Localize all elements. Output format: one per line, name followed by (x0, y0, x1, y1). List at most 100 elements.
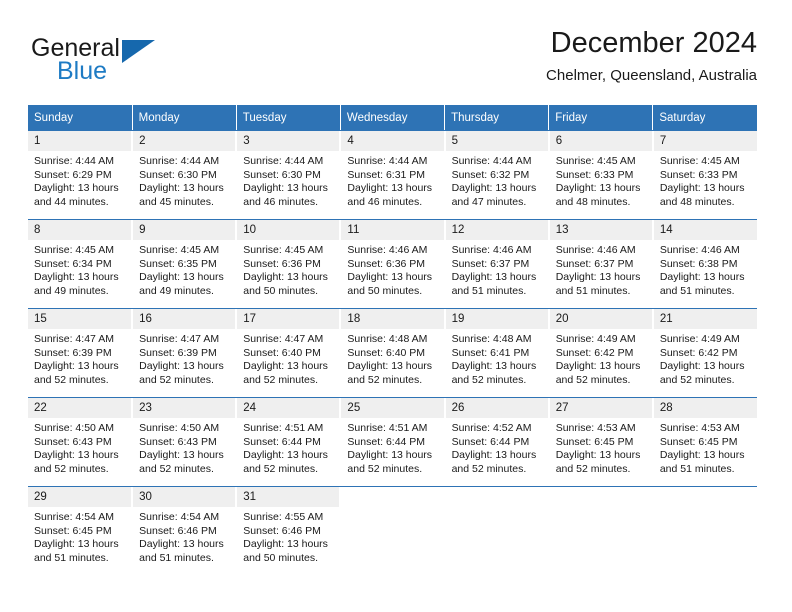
day-daylight1-text: Daylight: 13 hours (34, 449, 119, 461)
day-daylight2-text: and 51 minutes. (451, 284, 527, 297)
day-cell[interactable]: 16 Sunrise: 4:47 AM Sunset: 6:39 PM Dayligh… (132, 309, 238, 397)
day-sunrise-text: Sunrise: 4:45 AM (555, 155, 636, 167)
day-sunrise-text: Sunrise: 4:44 AM (243, 155, 324, 167)
day-details: Sunrise: 4:44 AM Sunset: 6:30 PM Daylight:… (133, 151, 235, 219)
day-sunset-text: Sunset: 6:39 PM (34, 346, 112, 359)
day-daylight1-text: Daylight: 13 hours (34, 360, 119, 372)
day-cell[interactable]: 26 Sunrise: 4:52 AM Sunset: 6:44 PM Dayligh… (444, 398, 550, 486)
sunrise-sunset-calendar: Sunday Monday Tuesday Wednesday Thursday Frid… (28, 105, 757, 575)
day-daylight2-text: and 49 minutes. (139, 284, 214, 297)
day-number: 28 (653, 398, 757, 418)
day-daylight2-text: and 52 minutes. (347, 373, 423, 386)
day-daylight1-text: Daylight: 13 hours (347, 449, 433, 461)
day-cell[interactable]: 4 Sunrise: 4:44 AM Sunset: 6:31 PM Daylight… (340, 131, 446, 219)
day-daylight1-text: Daylight: 13 hours (347, 271, 433, 283)
day-number: 22 (28, 398, 132, 418)
day-sunset-text: Sunset: 6:33 PM (555, 168, 634, 181)
day-sunset-text: Sunset: 6:36 PM (243, 257, 321, 270)
day-cell[interactable]: 27 Sunrise: 4:53 AM Sunset: 6:45 PM Dayligh… (548, 398, 654, 486)
day-number: 29 (28, 487, 132, 507)
day-cell[interactable]: 22 Sunrise: 4:50 AM Sunset: 6:43 PM Dayligh… (28, 398, 134, 486)
day-details: Sunrise: 4:50 AM Sunset: 6:43 PM Daylight:… (133, 418, 235, 486)
day-sunset-text: Sunset: 6:37 PM (451, 257, 530, 270)
day-number: 12 (445, 220, 548, 240)
day-cell[interactable]: 18 Sunrise: 4:48 AM Sunset: 6:40 PM Dayligh… (340, 309, 446, 397)
day-daylight1-text: Daylight: 13 hours (451, 449, 537, 461)
day-sunset-text: Sunset: 6:33 PM (659, 168, 738, 181)
day-number: 25 (341, 398, 444, 418)
general-blue-logo[interactable]: General Blue (28, 32, 238, 90)
calendar-body: 1 Sunrise: 4:44 AM Sunset: 6:29 PM Daylight… (28, 130, 757, 575)
day-number: 18 (341, 309, 444, 329)
day-details: Sunrise: 4:45 AM Sunset: 6:33 PM Daylight:… (654, 151, 757, 219)
day-cell[interactable]: 13 Sunrise: 4:46 AM Sunset: 6:37 PM Dayligh… (548, 220, 654, 308)
weekday-header-wednesday: Wednesday (340, 105, 446, 130)
day-details (341, 507, 443, 567)
day-sunrise-text: Sunrise: 4:49 AM (555, 333, 636, 345)
day-details: Sunrise: 4:50 AM Sunset: 6:43 PM Daylight:… (28, 418, 131, 486)
day-cell[interactable]: 17 Sunrise: 4:47 AM Sunset: 6:40 PM Dayligh… (236, 309, 342, 397)
day-sunset-text: Sunset: 6:45 PM (34, 524, 112, 537)
day-details: Sunrise: 4:55 AM Sunset: 6:46 PM Daylight:… (237, 507, 339, 575)
day-cell[interactable]: 24 Sunrise: 4:51 AM Sunset: 6:44 PM Dayligh… (236, 398, 342, 486)
day-daylight2-text: and 51 minutes. (34, 551, 109, 564)
day-daylight1-text: Daylight: 13 hours (139, 182, 224, 194)
day-sunrise-text: Sunrise: 4:52 AM (451, 422, 532, 434)
day-daylight1-text: Daylight: 13 hours (659, 449, 745, 461)
day-sunrise-text: Sunrise: 4:45 AM (139, 244, 220, 256)
day-sunset-text: Sunset: 6:42 PM (659, 346, 738, 359)
day-cell[interactable]: 31 Sunrise: 4:55 AM Sunset: 6:46 PM Dayligh… (236, 487, 342, 575)
day-details: Sunrise: 4:44 AM Sunset: 6:30 PM Daylight:… (237, 151, 339, 219)
day-sunrise-text: Sunrise: 4:45 AM (659, 155, 740, 167)
day-number (549, 487, 652, 507)
page-header: General Blue December 2024 Chelmer, Quee… (28, 27, 757, 98)
day-sunset-text: Sunset: 6:38 PM (659, 257, 738, 270)
day-cell[interactable]: 23 Sunrise: 4:50 AM Sunset: 6:43 PM Dayligh… (132, 398, 238, 486)
day-details: Sunrise: 4:49 AM Sunset: 6:42 PM Daylight:… (654, 329, 757, 397)
day-sunset-text: Sunset: 6:40 PM (347, 346, 426, 359)
day-sunrise-text: Sunrise: 4:54 AM (139, 511, 220, 523)
day-cell[interactable]: 8 Sunrise: 4:45 AM Sunset: 6:34 PM Daylight… (28, 220, 134, 308)
day-daylight2-text: and 52 minutes. (243, 462, 318, 475)
day-cell[interactable]: 25 Sunrise: 4:51 AM Sunset: 6:44 PM Dayligh… (340, 398, 446, 486)
day-cell[interactable]: 5 Sunrise: 4:44 AM Sunset: 6:32 PM Daylight… (444, 131, 550, 219)
day-cell[interactable]: 6 Sunrise: 4:45 AM Sunset: 6:33 PM Daylight… (548, 131, 654, 219)
day-number (341, 487, 444, 507)
day-details: Sunrise: 4:54 AM Sunset: 6:45 PM Daylight:… (28, 507, 131, 575)
day-cell[interactable]: 11 Sunrise: 4:46 AM Sunset: 6:36 PM Dayligh… (340, 220, 446, 308)
day-cell[interactable]: 21 Sunrise: 4:49 AM Sunset: 6:42 PM Dayligh… (652, 309, 757, 397)
day-cell[interactable]: 20 Sunrise: 4:49 AM Sunset: 6:42 PM Dayligh… (548, 309, 654, 397)
day-cell[interactable]: 14 Sunrise: 4:46 AM Sunset: 6:38 PM Dayligh… (652, 220, 757, 308)
day-cell[interactable]: 30 Sunrise: 4:54 AM Sunset: 6:46 PM Dayligh… (132, 487, 238, 575)
day-number: 31 (237, 487, 340, 507)
day-number: 3 (237, 131, 340, 151)
day-sunset-text: Sunset: 6:42 PM (555, 346, 634, 359)
day-details (446, 507, 548, 567)
weekday-header-tuesday: Tuesday (236, 105, 341, 130)
day-cell[interactable]: 1 Sunrise: 4:44 AM Sunset: 6:29 PM Daylight… (28, 131, 134, 219)
day-sunset-text: Sunset: 6:39 PM (139, 346, 217, 359)
day-cell[interactable]: 29 Sunrise: 4:54 AM Sunset: 6:45 PM Dayligh… (28, 487, 134, 575)
day-cell[interactable]: 19 Sunrise: 4:48 AM Sunset: 6:41 PM Dayligh… (444, 309, 550, 397)
day-number: 11 (341, 220, 444, 240)
day-cell[interactable]: 28 Sunrise: 4:53 AM Sunset: 6:45 PM Dayligh… (652, 398, 757, 486)
calendar-page: General Blue December 2024 Chelmer, Quee… (0, 0, 792, 612)
day-sunset-text: Sunset: 6:46 PM (243, 524, 321, 537)
day-daylight2-text: and 44 minutes. (34, 195, 109, 208)
day-number: 21 (653, 309, 757, 329)
day-daylight1-text: Daylight: 13 hours (347, 182, 433, 194)
day-details: Sunrise: 4:47 AM Sunset: 6:39 PM Daylight:… (133, 329, 235, 397)
day-cell[interactable]: 15 Sunrise: 4:47 AM Sunset: 6:39 PM Dayligh… (28, 309, 134, 397)
day-number: 6 (549, 131, 652, 151)
day-daylight2-text: and 52 minutes. (659, 373, 735, 386)
day-cell[interactable]: 12 Sunrise: 4:46 AM Sunset: 6:37 PM Dayligh… (444, 220, 550, 308)
day-daylight1-text: Daylight: 13 hours (139, 449, 224, 461)
day-cell[interactable]: 9 Sunrise: 4:45 AM Sunset: 6:35 PM Daylight… (132, 220, 238, 308)
day-cell[interactable]: 2 Sunrise: 4:44 AM Sunset: 6:30 PM Daylight… (132, 131, 238, 219)
day-sunrise-text: Sunrise: 4:48 AM (451, 333, 532, 345)
day-cell[interactable]: 7 Sunrise: 4:45 AM Sunset: 6:33 PM Daylight… (652, 131, 757, 219)
day-cell[interactable]: 10 Sunrise: 4:45 AM Sunset: 6:36 PM Dayligh… (236, 220, 342, 308)
day-cell[interactable]: 3 Sunrise: 4:44 AM Sunset: 6:30 PM Daylight… (236, 131, 342, 219)
day-daylight1-text: Daylight: 13 hours (243, 538, 328, 550)
day-daylight2-text: and 52 minutes. (139, 373, 214, 386)
